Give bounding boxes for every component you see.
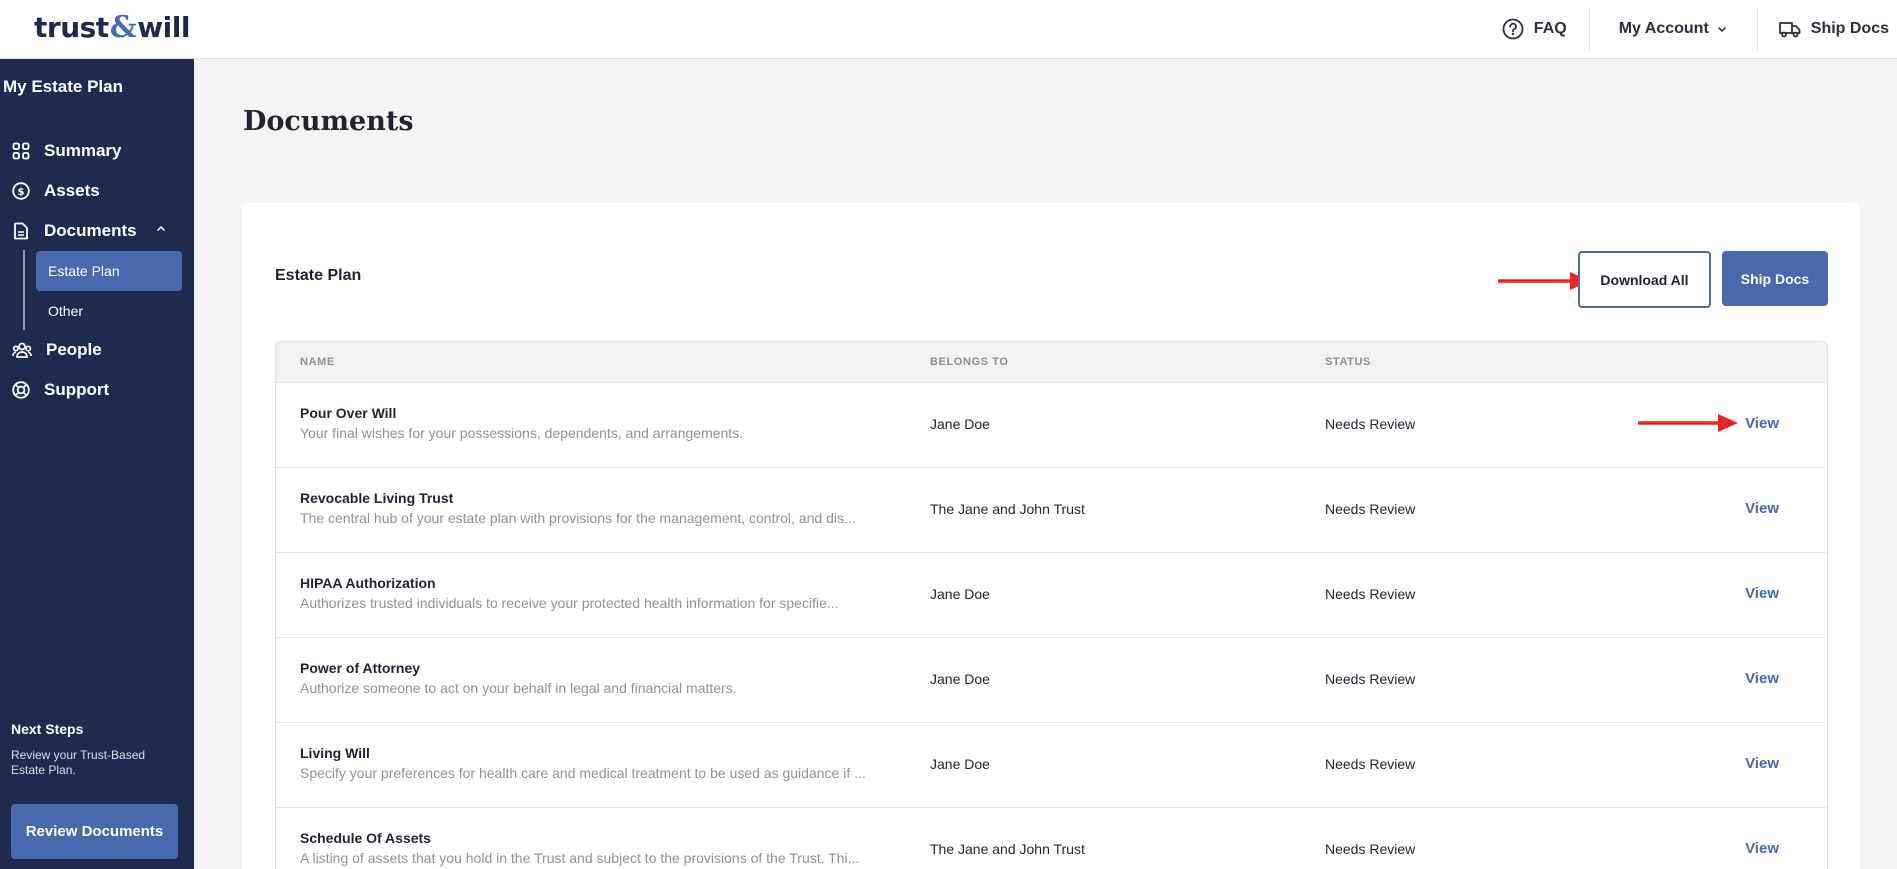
logo-ampersand: & (109, 10, 137, 45)
document-title: HIPAA Authorization (300, 575, 436, 591)
documents-table: NAME BELONGS TO STATUS Pour Over Will Yo… (275, 341, 1828, 869)
belongs-to-cell: Jane Doe (930, 756, 990, 772)
table-row: Living Will Specify your preferences for… (276, 723, 1827, 808)
ship-docs-link[interactable]: Ship Docs (1756, 0, 1897, 58)
svg-text:$: $ (18, 187, 25, 198)
column-header-name: NAME (300, 356, 335, 368)
document-title: Living Will (300, 745, 370, 761)
next-steps-text: Review your Trust-Based Estate Plan. (11, 748, 146, 777)
chevron-up-icon (156, 225, 166, 232)
annotation-arrow (1638, 414, 1738, 432)
document-icon (14, 222, 28, 240)
belongs-to-cell: Jane Doe (930, 671, 990, 687)
estate-plan-card: Estate Plan Download All Ship Docs NAME … (242, 203, 1860, 869)
lifebuoy-icon (12, 381, 30, 399)
document-description: The central hub of your estate plan with… (300, 510, 856, 526)
table-row: Pour Over Will Your final wishes for you… (276, 383, 1827, 468)
table-row: Schedule Of Assets A listing of assets t… (276, 808, 1827, 869)
my-account-dropdown[interactable]: My Account (1588, 0, 1757, 58)
document-title: Pour Over Will (300, 405, 397, 421)
sidebar-item-assets[interactable]: $ Assets (12, 181, 100, 201)
belongs-to-cell: Jane Doe (930, 586, 990, 602)
status-cell: Needs Review (1325, 416, 1416, 432)
column-header-status: STATUS (1325, 356, 1371, 368)
document-title: Revocable Living Trust (300, 490, 454, 506)
question-circle-icon (1502, 18, 1524, 40)
document-name-cell: HIPAA Authorization Authorizes trusted i… (300, 575, 885, 611)
download-all-button[interactable]: Download All (1578, 251, 1711, 308)
view-link[interactable]: View (1745, 415, 1779, 432)
sidebar-item-summary[interactable]: Summary (12, 141, 121, 161)
sidebar-item-label: People (46, 340, 102, 359)
ship-docs-label: Ship Docs (1810, 20, 1889, 37)
status-cell: Needs Review (1325, 756, 1416, 772)
belongs-to-cell: The Jane and John Trust (930, 841, 1085, 857)
sidebar-subitem-other[interactable]: Other (36, 291, 182, 331)
view-link[interactable]: View (1745, 670, 1779, 687)
sidebar-item-documents[interactable]: Documents (12, 221, 182, 241)
document-description: Specify your preferences for health care… (300, 765, 866, 781)
status-cell: Needs Review (1325, 586, 1416, 602)
table-row: HIPAA Authorization Authorizes trusted i… (276, 553, 1827, 638)
belongs-to-cell: The Jane and John Trust (930, 501, 1085, 517)
belongs-to-cell: Jane Doe (930, 416, 990, 432)
view-link[interactable]: View (1745, 755, 1779, 772)
submenu-divider (23, 250, 25, 330)
view-link[interactable]: View (1745, 585, 1779, 602)
document-description: A listing of assets that you hold in the… (300, 850, 860, 866)
dollar-icon: $ (12, 182, 30, 200)
document-name-cell: Living Will Specify your preferences for… (300, 745, 885, 781)
document-name-cell: Revocable Living Trust The central hub o… (300, 490, 885, 526)
sidebar-item-label: Documents (44, 221, 137, 240)
document-name-cell: Schedule Of Assets A listing of assets t… (300, 830, 885, 866)
next-steps-title: Next Steps (11, 721, 84, 737)
sidebar-title: My Estate Plan (3, 77, 123, 96)
document-description: Your final wishes for your possessions, … (300, 425, 744, 441)
column-header-belongs-to: BELONGS TO (930, 356, 1009, 368)
sidebar-item-people[interactable]: People (12, 340, 102, 360)
top-header: trust & will FAQ My Account Ship Docs (0, 0, 1897, 59)
chevron-down-icon (1717, 26, 1726, 33)
logo-text-left: trust (34, 11, 109, 44)
document-description: Authorizes trusted individuals to receiv… (300, 595, 839, 611)
document-name-cell: Power of Attorney Authorize someone to a… (300, 660, 885, 696)
table-row: Revocable Living Trust The central hub o… (276, 468, 1827, 553)
sidebar-item-label: Assets (44, 181, 100, 200)
faq-label: FAQ (1533, 20, 1567, 37)
document-name-cell: Pour Over Will Your final wishes for you… (300, 405, 885, 441)
sidebar-item-label: Support (44, 380, 110, 399)
ship-docs-button[interactable]: Ship Docs (1722, 251, 1828, 306)
document-title: Power of Attorney (300, 660, 421, 676)
document-title: Schedule Of Assets (300, 830, 431, 846)
trust-and-will-logo[interactable]: trust & will (34, 10, 190, 45)
view-link[interactable]: View (1745, 840, 1779, 857)
faq-link[interactable]: FAQ (1472, 0, 1589, 58)
sidebar: My Estate Plan Summary $ Assets Document… (0, 59, 194, 869)
status-cell: Needs Review (1325, 501, 1416, 517)
status-cell: Needs Review (1325, 841, 1416, 857)
page-title: Documents (243, 106, 414, 137)
review-documents-button[interactable]: Review Documents (11, 804, 178, 859)
top-nav: FAQ My Account Ship Docs (1472, 0, 1897, 58)
section-title: Estate Plan (275, 267, 362, 284)
people-icon (12, 342, 32, 358)
sidebar-item-label: Summary (44, 141, 122, 160)
sidebar-subitem-estate-plan[interactable]: Estate Plan (36, 251, 182, 291)
view-link[interactable]: View (1745, 500, 1779, 517)
table-header: NAME BELONGS TO STATUS (276, 342, 1827, 383)
table-row: Power of Attorney Authorize someone to a… (276, 638, 1827, 723)
my-account-label: My Account (1618, 20, 1709, 37)
truck-icon (1778, 22, 1801, 38)
document-description: Authorize someone to act on your behalf … (300, 680, 737, 696)
sidebar-item-support[interactable]: Support (12, 380, 109, 400)
logo-text-right: will (137, 11, 190, 44)
grid-icon (12, 142, 30, 160)
status-cell: Needs Review (1325, 671, 1416, 687)
